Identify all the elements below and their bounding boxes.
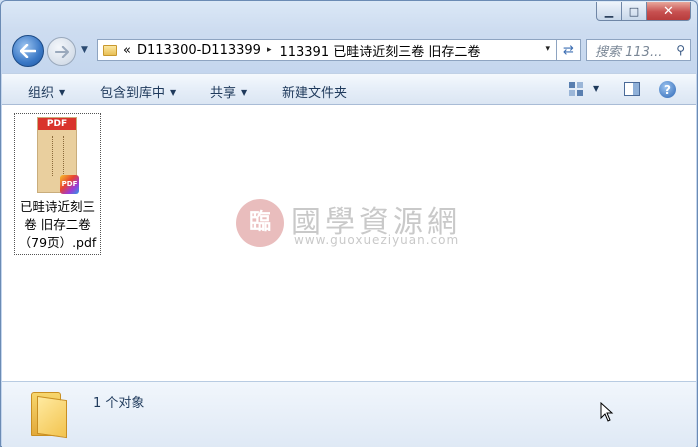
folder-icon <box>31 392 67 439</box>
help-icon[interactable]: ? <box>659 81 676 98</box>
command-bar: 组织 ▼ 包含到库中 ▼ 共享 ▼ 新建文件夹 ▼ ? <box>2 73 696 105</box>
breadcrumb-item-current[interactable]: 113391 已畦诗近刻三卷 旧存二卷 <box>279 41 480 60</box>
preview-pane-icon[interactable] <box>624 82 640 96</box>
view-options-dropdown[interactable]: ▼ <box>593 84 599 93</box>
chevron-down-icon: ▼ <box>59 88 66 97</box>
address-overflow-chevron[interactable]: « <box>123 43 131 58</box>
change-view-icon[interactable] <box>569 82 583 96</box>
new-folder-label: 新建文件夹 <box>282 86 348 101</box>
organize-menu[interactable]: 组织 ▼ <box>28 82 65 101</box>
mouse-cursor-icon <box>600 402 614 422</box>
explorer-window: ▁ □ ✕ ▼ « D113300-D113399 ▸ 113391 已畦诗近刻… <box>0 0 698 447</box>
new-folder-button[interactable]: 新建文件夹 <box>282 82 347 101</box>
page-preview <box>52 136 64 176</box>
file-list-area[interactable]: PDF PDF 已畦诗近刻三卷 旧存二卷（79页）.pdf 臨 國學資源網 ww… <box>2 105 696 381</box>
forward-button[interactable] <box>47 37 76 66</box>
breadcrumb-separator-icon[interactable]: ▸ <box>267 45 272 55</box>
file-item[interactable]: PDF PDF 已畦诗近刻三卷 旧存二卷（79页）.pdf <box>14 113 101 255</box>
address-bar[interactable]: « D113300-D113399 ▸ 113391 已畦诗近刻三卷 旧存二卷 … <box>97 39 557 61</box>
organize-label: 组织 <box>28 86 55 101</box>
details-pane: 1 个对象 <box>2 381 696 447</box>
recent-pages-dropdown[interactable]: ▼ <box>81 45 88 55</box>
refresh-button[interactable]: ⇄ <box>557 39 581 61</box>
back-button[interactable] <box>12 35 44 67</box>
chevron-down-icon: ▼ <box>170 88 177 97</box>
minimize-button[interactable]: ▁ <box>596 2 622 21</box>
search-placeholder: 搜索 113... <box>595 44 663 60</box>
item-count: 1 个对象 <box>93 396 145 411</box>
search-icon[interactable]: ⚲ <box>676 43 685 57</box>
pdf-file-icon: PDF PDF <box>37 117 79 194</box>
watermark-url: www.guoxueziyuan.com <box>294 233 460 247</box>
close-button[interactable]: ✕ <box>647 2 691 21</box>
share-menu[interactable]: 共享 ▼ <box>210 82 247 101</box>
breadcrumb-item[interactable]: D113300-D113399 <box>137 43 261 58</box>
watermark-logo: 臨 <box>236 199 284 247</box>
chevron-down-icon: ▼ <box>241 88 248 97</box>
share-label: 共享 <box>210 86 237 101</box>
search-input[interactable]: 搜索 113... ⚲ <box>586 39 691 61</box>
pdf-thumb-header: PDF <box>38 118 76 130</box>
maximize-button[interactable]: □ <box>622 2 647 21</box>
caption-buttons: ▁ □ ✕ <box>596 2 691 21</box>
folder-icon <box>103 44 117 56</box>
pdf-badge-icon: PDF <box>60 175 79 194</box>
forward-arrow-icon <box>54 45 69 58</box>
address-dropdown-icon[interactable]: ▾ <box>545 44 550 54</box>
file-name: 已畦诗近刻三卷 旧存二卷（79页）.pdf <box>18 199 97 250</box>
include-in-library-label: 包含到库中 <box>100 86 166 101</box>
include-in-library-menu[interactable]: 包含到库中 ▼ <box>100 82 176 101</box>
back-arrow-icon <box>20 44 36 58</box>
refresh-icon: ⇄ <box>563 42 574 58</box>
